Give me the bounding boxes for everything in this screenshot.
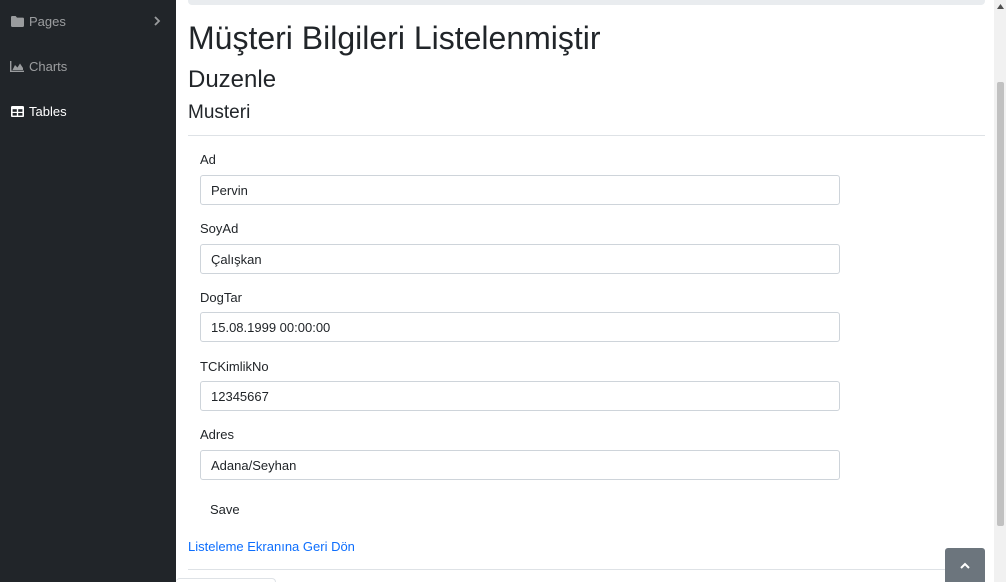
field-label-adres: Adres [200,427,234,442]
sidebar-item-label: Charts [29,58,68,74]
chart-area-icon [10,60,24,72]
breadcrumb-bar [188,0,985,5]
vertical-scrollbar[interactable] [994,0,1006,582]
sidebar-item-label: Pages [29,13,66,29]
scroll-to-top-button[interactable] [945,548,985,582]
folder-icon [10,15,24,27]
table-icon [10,105,24,117]
scroll-up-arrow-icon[interactable] [994,0,1006,12]
sidebar: Pages Charts Tables [0,0,176,582]
field-label-tckimlikno: TCKimlikNo [200,359,269,374]
sidebar-item-label: Tables [29,103,67,119]
chevron-right-icon[interactable] [151,12,163,30]
page-title: Müşteri Bilgileri Listelenmiştir [188,20,601,56]
main-content: Müşteri Bilgileri Listelenmiştir Duzenle… [176,0,994,582]
field-label-soyad: SoyAd [200,221,239,236]
sidebar-item-charts[interactable]: Charts [10,55,67,77]
tckimlikno-input[interactable] [200,381,840,411]
divider [188,569,985,570]
field-label-dogtar: DogTar [200,290,242,305]
scrollbar-thumb[interactable] [997,82,1004,526]
sidebar-item-tables[interactable]: Tables [10,100,67,122]
back-to-list-link[interactable]: Listeleme Ekranına Geri Dön [188,539,355,554]
footer-edge [176,578,276,582]
section-title: Musteri [188,102,251,123]
divider [188,135,985,136]
soyad-input[interactable] [200,244,840,274]
adres-input[interactable] [200,450,840,480]
chevron-up-icon [960,556,970,574]
save-button[interactable]: Save [200,498,250,520]
dogtar-input[interactable] [200,312,840,342]
sidebar-item-pages[interactable]: Pages [10,10,66,32]
field-label-ad: Ad [200,152,216,167]
ad-input[interactable] [200,175,840,205]
page-subtitle: Duzenle [188,66,277,93]
